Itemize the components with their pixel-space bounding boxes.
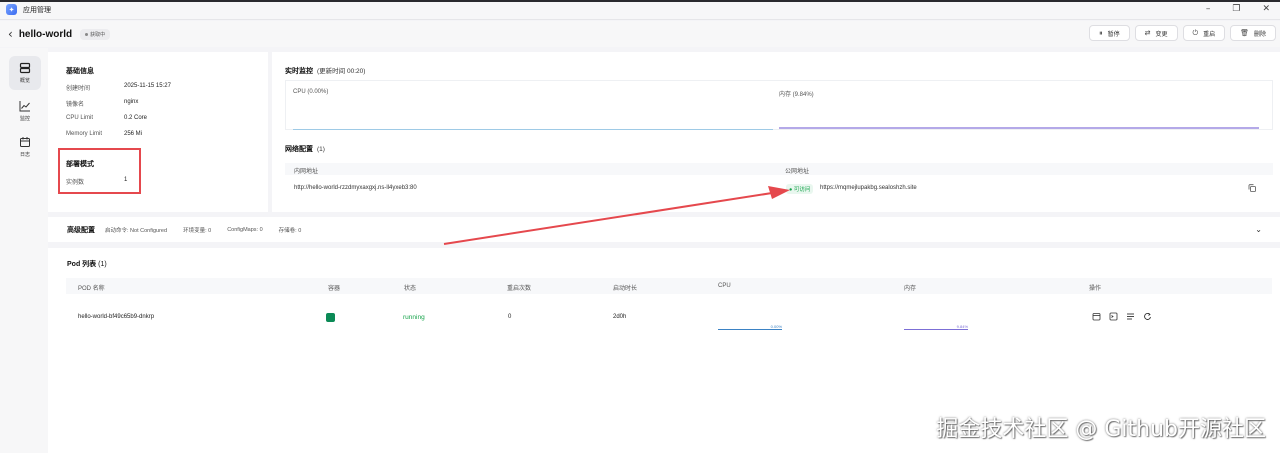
pod-logs-icon[interactable] <box>1092 312 1101 321</box>
advanced-configmaps: ConfigMaps: 0 <box>227 226 263 233</box>
info-row-created: 创建时间 2025-11-15 15:27 <box>66 83 171 92</box>
delete-label: 删除 <box>1253 31 1266 38</box>
memory-chart-line <box>779 127 1259 129</box>
container-status-icon[interactable] <box>326 313 335 322</box>
internal-address[interactable]: http://hello-world-rzzdmyxaxgxj.ns-ll4yx… <box>294 185 417 191</box>
pod-memory-value: 9.84% <box>956 324 968 329</box>
change-label: 变更 <box>1155 31 1168 38</box>
sidebar-item-monitor[interactable]: 监控 <box>9 94 41 128</box>
pod-memory-sparkline: 9.84% <box>904 319 968 331</box>
restart-button[interactable]: ⏻ 重启 <box>1182 25 1226 41</box>
advanced-start-command: 启动命令: Not Configured <box>105 227 168 234</box>
col-status: 状态 <box>404 286 417 292</box>
network-table-header: 内网地址 公网地址 <box>285 163 1273 175</box>
pod-cpu-sparkline: 0.00% <box>718 319 782 331</box>
pod-actions <box>1092 312 1152 321</box>
col-restarts: 重启次数 <box>507 286 532 292</box>
restart-label: 重启 <box>1203 31 1216 38</box>
basic-info-title: 基础信息 <box>66 68 94 75</box>
network-count: (1) <box>317 146 325 153</box>
pod-cpu-line <box>718 329 782 330</box>
minimize-icon[interactable]: – <box>1206 4 1211 14</box>
close-icon[interactable]: ✕ <box>1262 4 1270 14</box>
sidebar-item-label: 日志 <box>19 152 30 158</box>
col-container: 容器 <box>328 286 341 292</box>
advanced-volumes: 存储卷: 0 <box>278 227 302 234</box>
pod-cpu-value: 0.00% <box>770 324 782 329</box>
annotation-highlight-box <box>58 148 141 194</box>
status-text: 获取中 <box>90 31 106 38</box>
trash-icon: 🗑 <box>1240 29 1249 37</box>
info-row-image: 镜像名 nginx <box>66 99 139 108</box>
col-memory: 内存 <box>904 286 917 292</box>
sidebar-item-overview[interactable]: 概览 <box>9 56 41 90</box>
info-row-cpu-limit: CPU Limit 0.2 Core <box>66 115 148 121</box>
col-public-address: 公网地址 <box>785 169 810 175</box>
network-header: 网络配置 (1) <box>285 144 325 154</box>
public-address-link[interactable]: https://mqmejlupakbg.sealoshzh.site <box>820 185 917 191</box>
access-badge: ● 可访问 <box>786 184 814 194</box>
advanced-env-vars: 环境变量: 0 <box>183 227 212 234</box>
col-pod-name: POD 名称 <box>78 286 105 292</box>
monitor-title: 实时监控 <box>285 68 313 75</box>
col-cpu: CPU <box>718 283 731 289</box>
copy-icon[interactable] <box>1248 184 1256 192</box>
monitor-network-card: 实时监控 (更新时间 00:20) CPU (0.00%) 内存 (9.84%)… <box>272 52 1280 212</box>
pod-restart-icon[interactable] <box>1143 312 1152 321</box>
chevron-down-icon[interactable]: ⌄ <box>1255 225 1262 234</box>
status-badge: 获取中 <box>80 28 111 40</box>
network-title: 网络配置 <box>285 146 313 153</box>
pause-button[interactable]: ⏸ 暂停 <box>1089 25 1130 41</box>
sidebar: 概览 监控 日志 <box>0 48 48 453</box>
page-header: ‹ hello-world 获取中 ⏸ 暂停 ⇄ 变更 ⏻ 重启 🗑 删除 <box>0 21 1280 47</box>
window-controls: – ❐ ✕ <box>1206 4 1270 14</box>
monitor-updated-time: (更新时间 00:20) <box>317 68 366 75</box>
sidebar-item-label: 监控 <box>19 116 30 122</box>
delete-button[interactable]: 🗑 删除 <box>1230 25 1276 41</box>
calendar-log-icon <box>20 137 30 147</box>
access-badge-text: 可访问 <box>793 187 811 193</box>
swap-icon: ⇄ <box>1144 29 1151 37</box>
back-arrow-icon[interactable]: ‹ <box>8 27 13 41</box>
window-title: 应用管理 <box>23 6 51 14</box>
info-row-memory-limit: Memory Limit 256 Mi <box>66 131 143 137</box>
status-dot-icon <box>85 32 89 36</box>
pause-label: 暂停 <box>1107 31 1120 38</box>
overview-icon <box>19 62 31 74</box>
memory-chart-label: 内存 (9.84%) <box>779 92 814 98</box>
page-title: hello-world <box>18 28 73 40</box>
details-list-icon[interactable] <box>1126 312 1135 321</box>
pod-status: running <box>403 314 425 321</box>
cpu-chart-label: CPU (0.00%) <box>293 89 329 95</box>
pod-table-header: POD 名称 容器 状态 重启次数 启动时长 CPU 内存 操作 <box>66 278 1272 294</box>
terminal-icon[interactable] <box>1109 312 1118 321</box>
pod-list-title: Pod 列表 (1) <box>67 261 107 268</box>
pod-memory-line <box>904 329 968 330</box>
pod-name: hello-world-bf49c65b9-dnkrp <box>78 314 155 320</box>
pause-icon: ⏸ <box>1099 28 1103 37</box>
header-actions: ⏸ 暂停 ⇄ 变更 ⏻ 重启 🗑 删除 <box>1089 25 1276 41</box>
cpu-chart-line <box>293 129 773 130</box>
col-uptime: 启动时长 <box>613 286 638 292</box>
maximize-icon[interactable]: ❐ <box>1232 4 1240 14</box>
advanced-config-bar[interactable]: 高级配置 启动命令: Not Configured 环境变量: 0 Config… <box>48 217 1280 242</box>
watermark-text: 掘金技术社区 @ Github开源社区 <box>936 417 1266 442</box>
monitor-chart-icon <box>19 101 30 112</box>
pod-uptime: 2d0h <box>613 314 627 320</box>
col-actions: 操作 <box>1089 286 1102 292</box>
window-top-border <box>0 0 1280 2</box>
monitor-header: 实时监控 (更新时间 00:20) <box>285 65 365 76</box>
restart-icon: ⏻ <box>1192 28 1199 37</box>
advanced-config-title: 高级配置 <box>67 226 95 234</box>
window-titlebar: ✦ 应用管理 – ❐ ✕ <box>0 0 1280 20</box>
monitor-charts <box>285 80 1273 130</box>
sidebar-item-logs[interactable]: 日志 <box>9 130 41 164</box>
change-button[interactable]: ⇄ 变更 <box>1134 25 1178 41</box>
col-internal-address: 内网地址 <box>294 169 319 175</box>
pod-restarts: 0 <box>508 314 512 320</box>
sidebar-item-label: 概览 <box>19 78 30 84</box>
app-logo-icon: ✦ <box>6 4 17 15</box>
